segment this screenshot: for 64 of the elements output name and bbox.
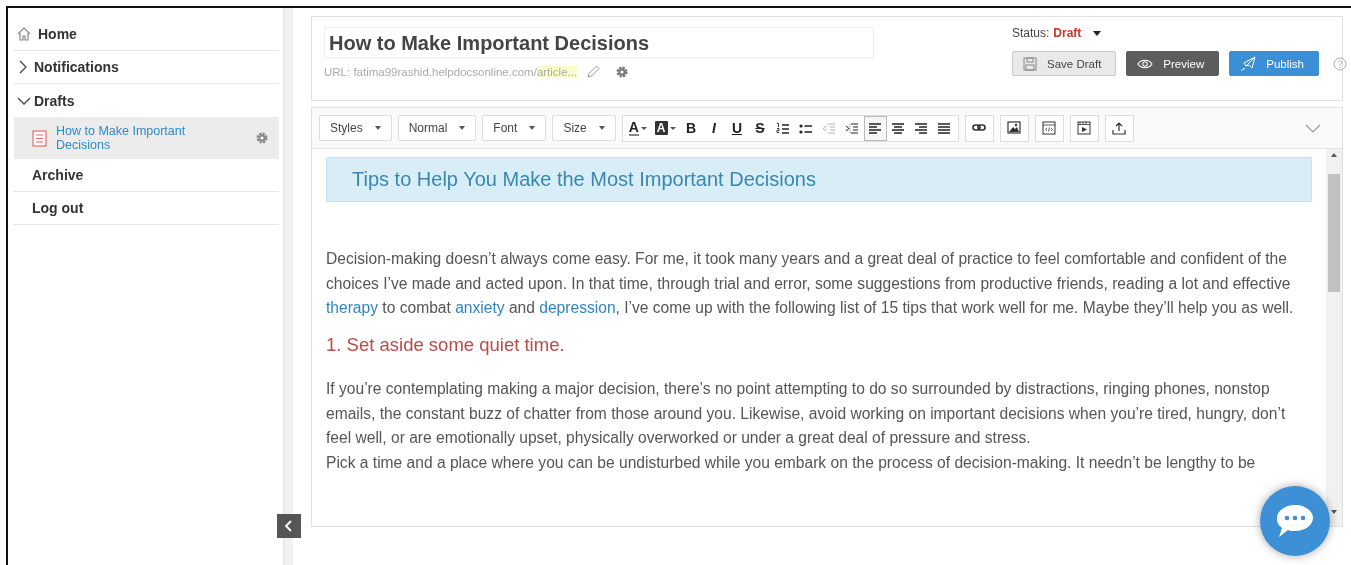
link-button[interactable] — [964, 114, 994, 142]
sidebar-item[interactable]: Log out — [14, 192, 279, 225]
format-dropdown[interactable]: Styles — [319, 115, 392, 141]
gear-icon — [615, 65, 630, 79]
sidebar-label: Drafts — [34, 92, 75, 109]
sidebar-item[interactable]: Drafts — [14, 84, 279, 117]
gear-icon — [255, 131, 269, 145]
document-icon — [32, 129, 47, 147]
upload-icon — [1112, 121, 1126, 135]
text-link[interactable]: depression — [539, 299, 616, 316]
sidebar-item[interactable]: Notifications — [14, 51, 279, 84]
sidebar-label: Home — [38, 26, 77, 42]
help-icon — [1332, 56, 1347, 71]
paragraph: If you’re contemplating making a major decision, there’s no point attempting to do so surrounded by distractions, ringing phones, nonstop emails, the constant buzz of chatter from those around you. Likewise, avoid working on important decisions when you’re tired, hungry, don’t feel well, or are emotionally upset, physically overworked or under a great deal of pressure and stress. — [326, 379, 1287, 448]
speech-bubble-icon — [1275, 503, 1315, 539]
heading-banner: Tips to Help You Make the Most Important Decisions — [326, 157, 1312, 202]
caret-icon — [1093, 30, 1102, 36]
section-heading: 1. Set aside some quiet time. — [326, 332, 566, 357]
eye-icon — [1137, 57, 1154, 70]
outdent-icon — [822, 121, 836, 135]
sidebar-item[interactable]: Home — [14, 18, 279, 51]
underline-button[interactable]: U — [725, 115, 749, 141]
image-icon — [1007, 121, 1021, 135]
align-center-icon — [891, 121, 905, 135]
pencil-icon — [585, 64, 602, 80]
format-dropdown[interactable]: Font — [482, 115, 547, 141]
chevron-down-icon — [1305, 123, 1321, 133]
code-button[interactable] — [1034, 114, 1064, 142]
paragraph: Pick a time and a place where you can be undisturbed while you embark on the process of decision-making. It needn’t be lengthy to be — [326, 452, 1257, 473]
paragraph: Decision-making doesn’t always come easy. For me, it took many years and a great deal of practice to feel comfortable and confident of the choices I’ve made and acted upon. In that time, through trial and error, some suggestions from productive friends, reading a lot and effective therapy to combat anxiety and depression, I’ve come up with the following list of 15 tips that work well for me. Maybe they’ll help you as well. — [326, 249, 1295, 318]
title-field[interactable]: How to Make Important Decisions — [324, 27, 874, 58]
upload-button[interactable] — [1104, 114, 1134, 142]
preview-button[interactable]: Preview — [1126, 51, 1220, 76]
text-link[interactable]: anxiety — [455, 299, 505, 316]
home-icon — [16, 26, 32, 42]
text-color-button[interactable]: A — [624, 115, 651, 141]
numbered-list-icon — [776, 121, 790, 135]
justify-icon — [937, 121, 951, 135]
save-draft-button[interactable]: Save Draft — [1012, 51, 1117, 76]
scrollbar[interactable] — [1326, 149, 1342, 526]
sidebar-label: Archive — [32, 167, 84, 183]
highlight-button[interactable]: A — [650, 115, 680, 141]
text-link[interactable]: therapy — [326, 299, 378, 316]
status-dropdown[interactable]: Status: Draft — [1012, 25, 1102, 41]
strikethrough-button[interactable]: S — [748, 115, 772, 141]
sidebar-label: Log out — [32, 200, 84, 216]
format-dropdown[interactable]: Normal — [397, 115, 477, 141]
align-left-icon — [868, 121, 882, 135]
sidebar-label: Notifications — [34, 59, 119, 75]
bold-button[interactable]: B — [679, 115, 703, 141]
italic-button[interactable]: I — [702, 115, 726, 141]
code-icon — [1042, 121, 1056, 135]
video-button[interactable] — [1069, 114, 1099, 142]
image-button[interactable] — [999, 114, 1029, 142]
sidebar-item[interactable]: Archive — [14, 159, 279, 192]
save-icon — [1023, 56, 1037, 71]
url-text: URL: fatima99rashid.helpdocsonline.com/article... — [324, 66, 578, 78]
align-right-icon — [914, 121, 928, 135]
chevron-left-icon — [284, 519, 294, 533]
align-left-button[interactable] — [863, 115, 887, 141]
indent-icon — [845, 121, 859, 135]
video-icon — [1077, 121, 1091, 135]
collapse-sidebar-button[interactable] — [277, 514, 301, 538]
format-dropdown[interactable]: Size — [552, 115, 616, 141]
